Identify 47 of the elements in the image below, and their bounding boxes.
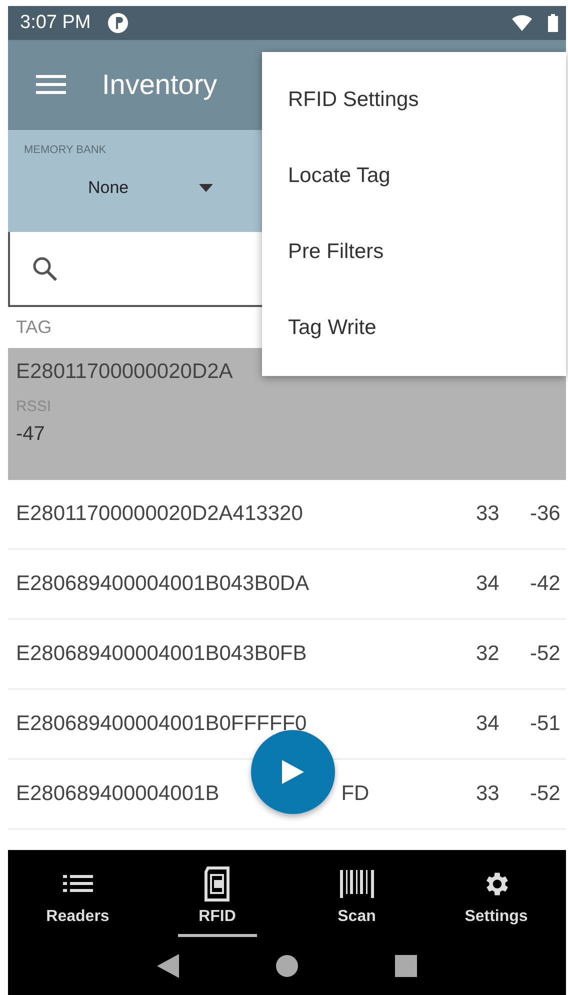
nav-tab[interactable]: Scan	[317, 864, 396, 937]
nav-tab[interactable]: Readers	[38, 864, 118, 937]
read-count: 32	[476, 642, 500, 666]
read-count: 33	[476, 502, 500, 526]
tag-id: E28011700000020D2A	[16, 360, 233, 384]
nav-tab[interactable]: RFID	[178, 864, 257, 937]
list-icon	[62, 873, 93, 895]
notification-icon	[106, 12, 129, 34]
tag-row[interactable]: E28011700000020D2A413320 33 -36	[8, 480, 566, 550]
home-icon[interactable]	[276, 955, 298, 977]
column-header: TAG	[16, 317, 52, 338]
rssi-value: -52	[530, 782, 562, 806]
rssi-value: -52	[530, 642, 562, 666]
play-button[interactable]	[251, 730, 335, 814]
rssi-value: -36	[530, 502, 562, 526]
rfid-tag-icon	[202, 866, 232, 902]
recents-icon[interactable]	[395, 955, 418, 977]
nav-tab[interactable]: Settings	[456, 864, 536, 937]
tag-row[interactable]: E280689400004001B043B0FB 32 -52	[8, 620, 566, 690]
search-icon	[32, 256, 58, 282]
toolbar-title: Inventory	[102, 69, 218, 101]
read-count: 33	[476, 782, 500, 806]
rssi-value: -51	[530, 712, 562, 736]
wifi-icon	[512, 15, 532, 31]
dropdown-caret-icon[interactable]	[198, 184, 213, 192]
memory-bank-value[interactable]: None	[88, 178, 129, 198]
rssi-value: -42	[530, 572, 562, 596]
tag-id: E280689400004001B	[16, 782, 220, 806]
rssi-value: -47	[16, 423, 45, 446]
tag-id: E28011700000020D2A413320	[16, 502, 303, 526]
memory-bank-label: MEMORY BANK	[24, 144, 106, 156]
back-icon[interactable]	[156, 954, 179, 978]
read-count: 34	[476, 572, 500, 596]
barcode-icon	[338, 868, 375, 900]
play-icon	[282, 760, 304, 784]
menu-item[interactable]: RFID Settings	[262, 62, 566, 138]
menu-item[interactable]: Locate Tag	[262, 138, 566, 214]
menu-icon[interactable]	[36, 74, 66, 96]
tag-id: E280689400004001B043B0FB	[16, 642, 307, 666]
tag-row[interactable]: E280689400004001B043B0DA 34 -42	[8, 550, 566, 620]
tag-id: E280689400004001B043B0DA	[16, 572, 310, 596]
tag-id: E280689400004001B0FFFFF0	[16, 712, 307, 736]
battery-icon	[548, 14, 558, 32]
menu-item[interactable]: Pre Filters	[262, 214, 566, 290]
tag-id-end: FD	[341, 782, 370, 806]
status-time: 3:07 PM	[20, 12, 91, 34]
read-count: 34	[476, 712, 500, 736]
